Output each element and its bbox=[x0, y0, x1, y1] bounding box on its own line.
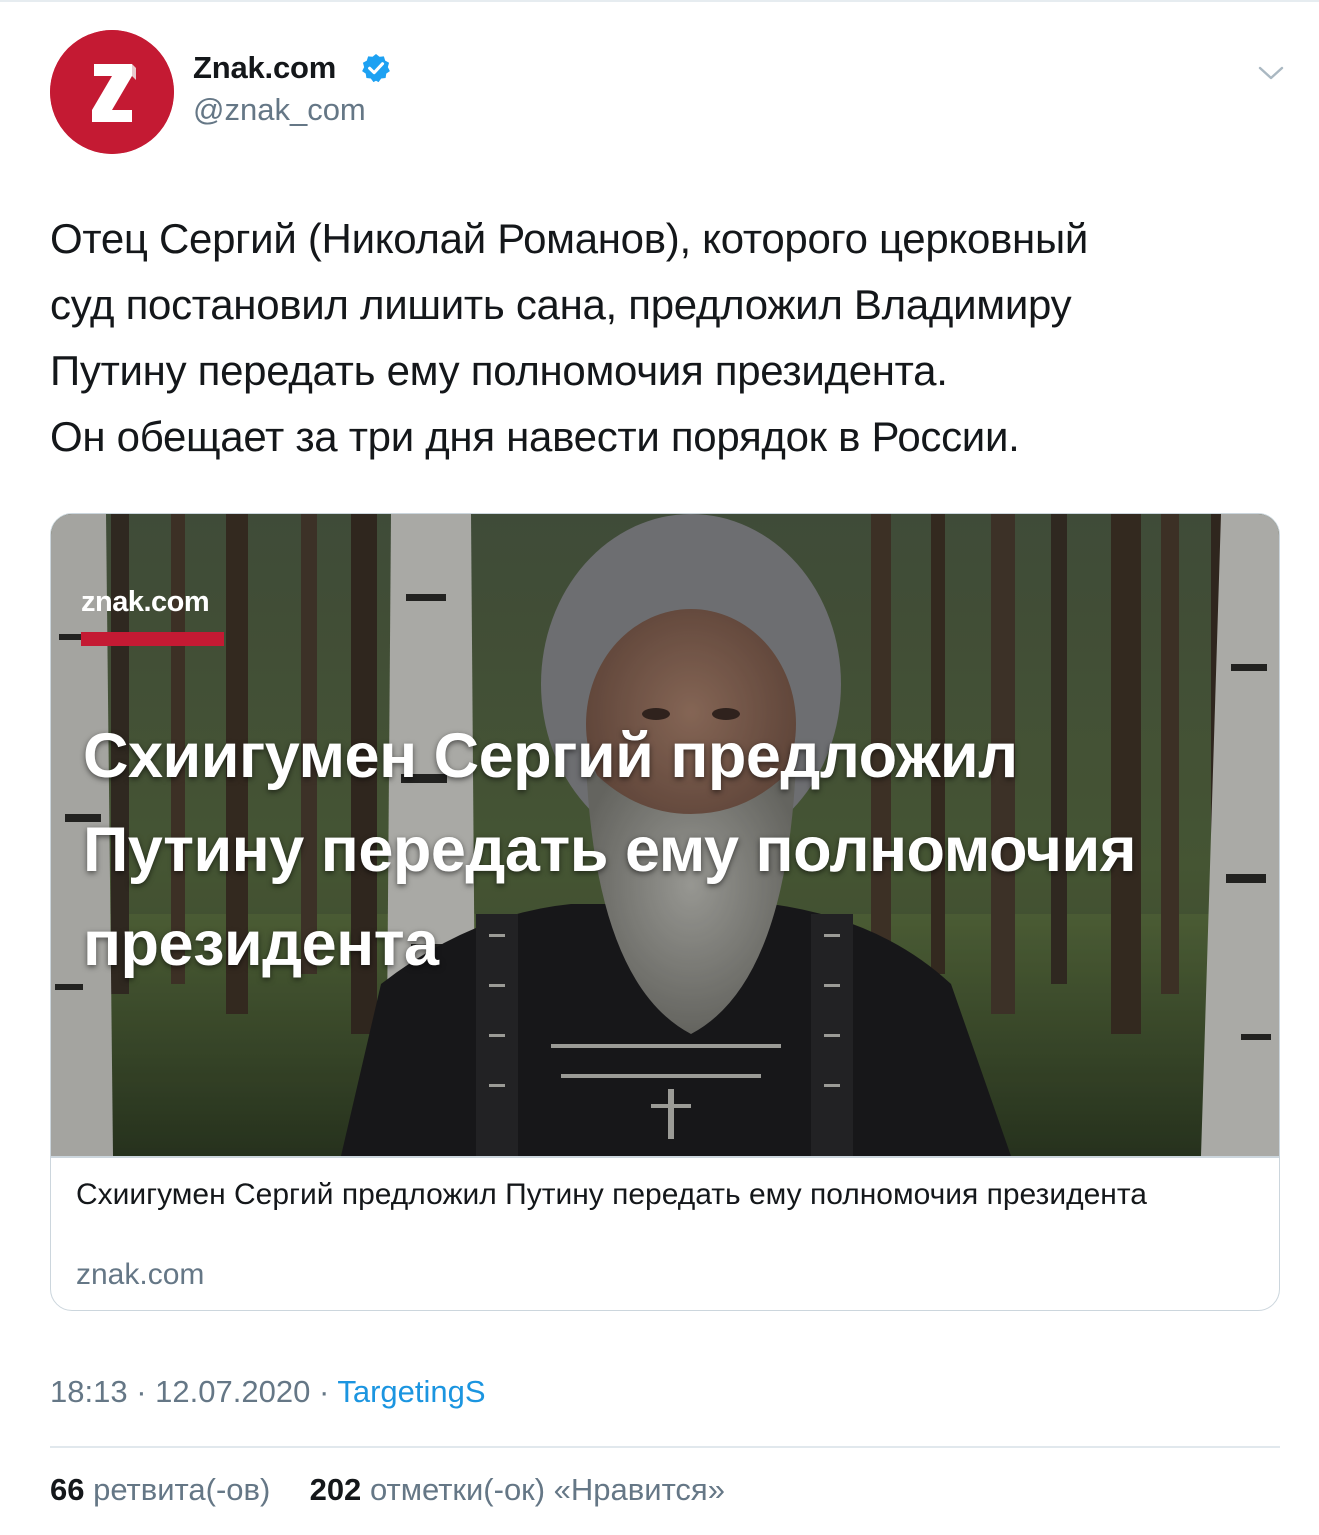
tweet-time[interactable]: 18:13 bbox=[50, 1374, 128, 1409]
tweet-text-line: Путину передать ему полномочия президент… bbox=[50, 347, 948, 394]
likes-label: отметки(-ок) «Нравится» bbox=[369, 1472, 725, 1507]
card-domain[interactable]: znak.com bbox=[76, 1258, 204, 1292]
tweet-text: Отец Сергий (Николай Романов), которого … bbox=[50, 206, 1280, 470]
tweet-text-line: Отец Сергий (Николай Романов), которого … bbox=[50, 215, 1088, 262]
image-logo-underline bbox=[81, 632, 224, 646]
tweet-text-line: Он обещает за три дня навести порядок в … bbox=[50, 413, 1020, 460]
author-avatar[interactable]: Z bbox=[50, 30, 174, 154]
card-image[interactable]: znak.com Схиигумен Сергий предложил Пути… bbox=[51, 514, 1279, 1156]
image-logo-text: znak.com bbox=[81, 586, 210, 618]
retweets-stat[interactable]: 66 ретвита(-ов) bbox=[50, 1472, 279, 1507]
card-title[interactable]: Схиигумен Сергий предложил Путину переда… bbox=[76, 1175, 1246, 1215]
image-headline-line: Путину передать ему полномочия bbox=[83, 815, 1136, 885]
verified-badge-icon bbox=[362, 54, 390, 83]
chevron-down-icon[interactable] bbox=[1257, 62, 1285, 84]
author-name[interactable]: Znak.com bbox=[193, 50, 336, 86]
image-headline-line: Схиигумен Сергий предложил bbox=[83, 721, 1018, 791]
image-headline: Схиигумен Сергий предложил Путину переда… bbox=[83, 709, 1233, 991]
retweets-count: 66 bbox=[50, 1472, 85, 1507]
meta-separator: · bbox=[136, 1374, 147, 1409]
tweet-source-link[interactable]: TargetingS bbox=[337, 1374, 485, 1409]
footer-divider bbox=[50, 1446, 1280, 1448]
link-preview-card[interactable]: znak.com Схиигумен Сергий предложил Пути… bbox=[50, 513, 1280, 1311]
author-handle[interactable]: @znak_com bbox=[193, 92, 366, 128]
meta-separator: · bbox=[318, 1374, 330, 1409]
retweets-label: ретвита(-ов) bbox=[93, 1472, 271, 1507]
likes-count: 202 bbox=[309, 1472, 362, 1507]
tweet-meta: 18:13 · 12.07.2020 · TargetingS bbox=[50, 1374, 486, 1410]
tweet-stats: 66 ретвита(-ов) 202 отметки(-ок) «Нравит… bbox=[50, 1472, 725, 1508]
tweet-page: Z Znak.com @znak_com Отец Сергий (Никола… bbox=[0, 0, 1319, 1535]
tweet-date[interactable]: 12.07.2020 bbox=[155, 1374, 310, 1409]
likes-stat[interactable]: 202 отметки(-ок) «Нравится» bbox=[301, 1472, 725, 1507]
card-divider bbox=[51, 1156, 1279, 1158]
znak-logo-icon: Z bbox=[50, 30, 174, 154]
image-headline-line: президента bbox=[83, 909, 439, 979]
tweet-text-line: суд постановил лишить сана, предложил Вл… bbox=[50, 281, 1072, 328]
top-divider bbox=[0, 0, 1319, 2]
